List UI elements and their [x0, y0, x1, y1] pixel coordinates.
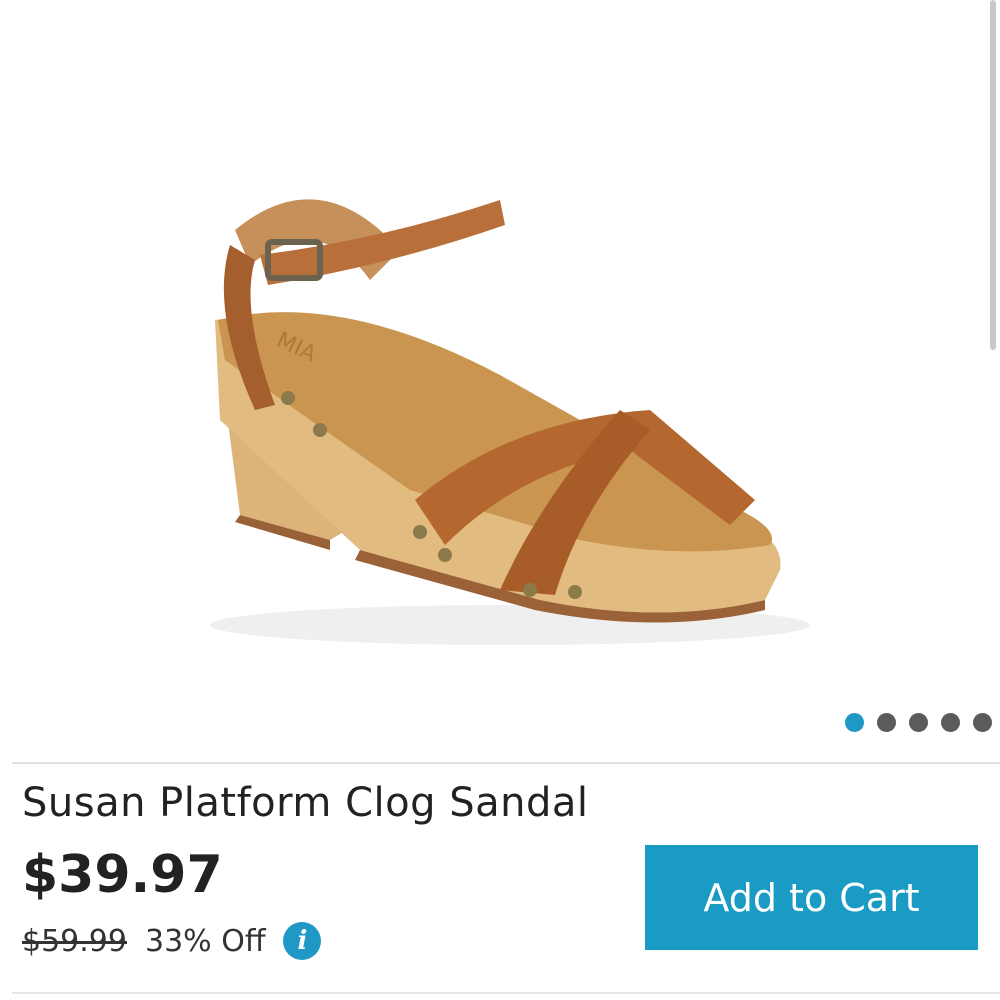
sale-price: $39.97 — [22, 845, 223, 905]
carousel-pagination[interactable] — [845, 713, 992, 732]
scrollbar[interactable] — [990, 0, 996, 350]
carousel-dot-2[interactable] — [877, 713, 896, 732]
add-to-cart-button[interactable]: Add to Cart — [645, 845, 978, 950]
carousel-dot-4[interactable] — [941, 713, 960, 732]
divider — [12, 992, 1000, 994]
divider — [12, 762, 1000, 764]
original-price: $59.99 — [22, 923, 127, 959]
info-icon[interactable]: i — [283, 922, 322, 960]
product-image[interactable]: MIA — [180, 170, 820, 670]
discount-label: 33% Off — [144, 923, 266, 959]
price-details: $59.99 33% Off i — [22, 922, 322, 960]
product-image-carousel[interactable]: MIA — [0, 0, 1000, 760]
carousel-dot-3[interactable] — [909, 713, 928, 732]
carousel-dot-5[interactable] — [973, 713, 992, 732]
carousel-dot-1[interactable] — [845, 713, 864, 732]
product-title: Susan Platform Clog Sandal — [22, 780, 589, 826]
